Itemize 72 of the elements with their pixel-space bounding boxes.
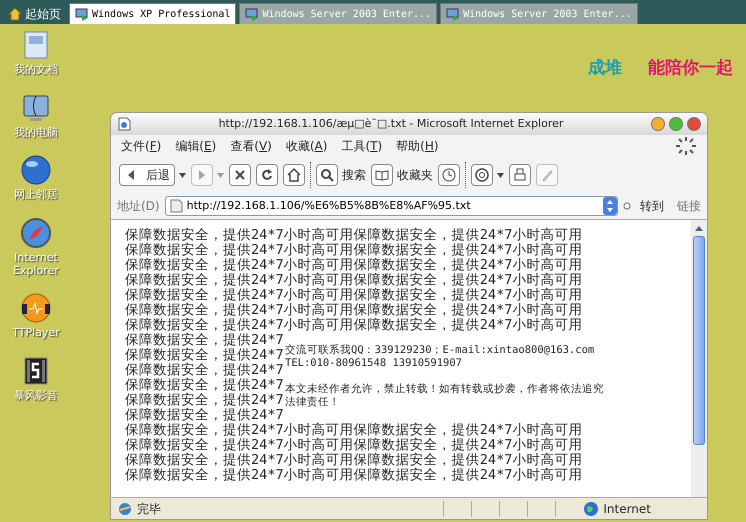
monitor-icon [446,7,460,21]
menu-item[interactable]: 编辑(E) [175,137,216,155]
note-text: TEL:010-80961548 13910591907 [285,357,462,370]
minimize-button[interactable] [651,117,665,131]
dropdown-arrows-icon[interactable] [603,197,617,215]
menu-item[interactable]: 帮助(H) [396,137,439,155]
radio-dot-icon [623,202,631,210]
compass-icon[interactable] [19,216,53,250]
refresh-button[interactable] [256,164,278,186]
history-button[interactable] [438,164,460,186]
text-line: 保障数据安全，提供24*7小时高可用保障数据安全，提供24*7小时高可用 [125,453,582,468]
globe-icon [583,500,600,516]
close-button[interactable] [687,117,701,131]
note-text: 交流可联系我QQ：339129230；E-mail:xintao800@163.com [285,344,594,357]
search-button[interactable] [316,164,338,186]
text-line: 保障数据安全，提供24*7小时高可用保障数据安全，提供24*7小时高可用 [125,438,582,453]
print-button[interactable] [509,164,531,186]
text-line: 保障数据安全，提供24*7小时高可用保障数据安全，提供24*7小时高可用 [125,423,582,438]
scrollbar[interactable] [691,220,707,497]
home-button[interactable] [283,164,305,186]
headphones-icon[interactable] [19,291,53,326]
menu-item[interactable]: 查看(V) [230,137,272,155]
favorites-button[interactable] [371,164,393,186]
refresh-icon [259,167,275,183]
status-text: 完毕 [137,500,161,518]
maximize-button[interactable] [669,117,683,131]
tab[interactable]: Windows XP Professional [69,3,236,24]
zone-text: Internet [603,500,652,518]
window-title: http://192.168.1.106/æµ□è¯□.txt - Microsoft Internet Explorer [218,116,564,132]
dropdown-caret-icon[interactable] [497,172,504,178]
at-sign-icon [474,167,490,183]
text-line: 保障数据安全，提供24*7 [125,363,284,378]
wallpaper-text: 能陪你一起 [648,57,733,80]
text-line: 保障数据安全，提供24*7 [125,378,284,393]
menu-item[interactable]: 工具(T) [341,137,382,155]
search-icon [319,167,335,183]
text-line: 保障数据安全，提供24*7小时高可用保障数据安全，提供24*7小时高可用 [125,273,582,288]
wallpaper-text: 成堆 [588,57,622,80]
text-line: 保障数据安全，提供24*7小时高可用保障数据安全，提供24*7小时高可用 [125,228,582,243]
dropdown-caret-icon[interactable] [179,172,186,178]
home-icon [8,6,22,20]
menu-item[interactable]: 文件(F) [121,137,162,155]
favorites-label[interactable]: 收藏夹 [397,166,433,184]
stop-button[interactable] [229,164,251,186]
tab[interactable]: 起始页 [3,3,66,24]
links-button[interactable]: 链接 [677,197,701,215]
loading-spinner-icon [675,136,697,156]
text-line: 保障数据安全，提供24*7 [125,408,284,423]
monitor-icon [75,7,89,21]
monitor-icon [245,7,260,21]
text-line: 保障数据安全，提供24*7 [125,348,284,363]
print-icon [512,167,528,183]
note-text: 法律责任！ [285,396,340,409]
address-label: 地址(D) [117,198,160,215]
menu-item[interactable]: 收藏(A) [286,137,328,155]
clock-icon [441,167,457,183]
text-line: 保障数据安全，提供24*7小时高可用保障数据安全，提供24*7小时高可用 [125,243,582,258]
text-line: 保障数据安全，提供24*7小时高可用保障数据安全，提供24*7小时高可用 [125,468,582,483]
address-field[interactable]: http://192.168.1.106/%E6%B5%8B%E8%AF%95.txt [164,196,618,216]
home-icon [286,167,302,183]
text-line: 保障数据安全，提供24*7小时高可用保障数据安全，提供24*7小时高可用 [125,288,582,303]
text-line: 保障数据安全，提供24*7小时高可用保障数据安全，提供24*7小时高可用 [125,303,582,318]
text-line: 保障数据安全，提供24*7小时高可用保障数据安全，提供24*7小时高可用 [125,258,582,273]
back-button[interactable]: 后退 [119,164,175,186]
mail-button[interactable] [471,164,493,186]
note-text: 本文未经作者允许，禁止转载！如有转载或抄袭，作者将依法追究 [285,383,604,396]
text-line: 保障数据安全，提供24*7 [125,393,284,408]
globe-icon[interactable] [19,153,53,188]
go-button[interactable]: 转到 [640,197,664,215]
text-line: 保障数据安全，提供24*7 [125,333,284,348]
text-line: 保障数据安全，提供24*7小时高可用保障数据安全，提供24*7小时高可用 [125,318,582,333]
search-label[interactable]: 搜索 [342,166,366,184]
